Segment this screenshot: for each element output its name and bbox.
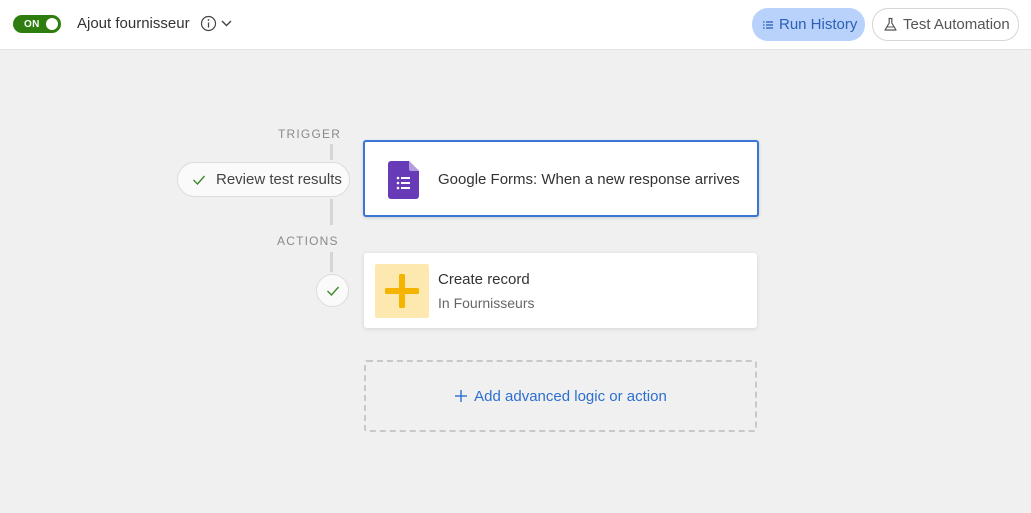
automation-title[interactable]: Ajout fournisseur <box>77 15 190 32</box>
google-forms-icon <box>388 161 419 199</box>
create-record-icon-tile <box>375 264 429 318</box>
trigger-card[interactable]: Google Forms: When a new response arrive… <box>363 140 759 217</box>
run-history-button[interactable]: Run History <box>752 8 865 41</box>
on-off-toggle[interactable]: ON <box>13 15 61 33</box>
trigger-section-label: TRIGGER <box>278 127 342 141</box>
info-icon[interactable] <box>200 15 217 32</box>
review-test-results-button[interactable]: Review test results <box>177 162 350 197</box>
flask-icon <box>884 17 897 31</box>
toggle-label: ON <box>24 18 40 30</box>
action-status-circle[interactable] <box>316 274 349 307</box>
top-bar: ON Ajout fournisseur Run History Test Au… <box>0 0 1031 50</box>
chevron-down-icon[interactable] <box>220 17 233 30</box>
actions-section-label: ACTIONS <box>277 234 339 248</box>
connector-line <box>330 199 333 225</box>
plus-icon <box>455 390 468 402</box>
trigger-description: Google Forms: When a new response arrive… <box>438 171 740 188</box>
run-history-label: Run History <box>779 16 858 33</box>
action-title: Create record <box>438 271 530 288</box>
test-automation-button[interactable]: Test Automation <box>872 8 1019 41</box>
review-label: Review test results <box>216 171 342 188</box>
action-card[interactable]: Create record In Fournisseurs <box>364 253 757 328</box>
list-icon <box>763 20 773 29</box>
plus-icon <box>385 274 419 308</box>
check-icon <box>193 175 206 185</box>
connector-line <box>330 144 333 160</box>
connector-line <box>330 252 333 272</box>
check-icon <box>326 286 339 296</box>
action-subtitle: In Fournisseurs <box>438 295 535 311</box>
test-automation-label: Test Automation <box>903 16 1010 33</box>
add-label: Add advanced logic or action <box>474 387 667 405</box>
toggle-knob <box>46 18 58 30</box>
add-logic-or-action-button[interactable]: Add advanced logic or action <box>364 360 757 432</box>
